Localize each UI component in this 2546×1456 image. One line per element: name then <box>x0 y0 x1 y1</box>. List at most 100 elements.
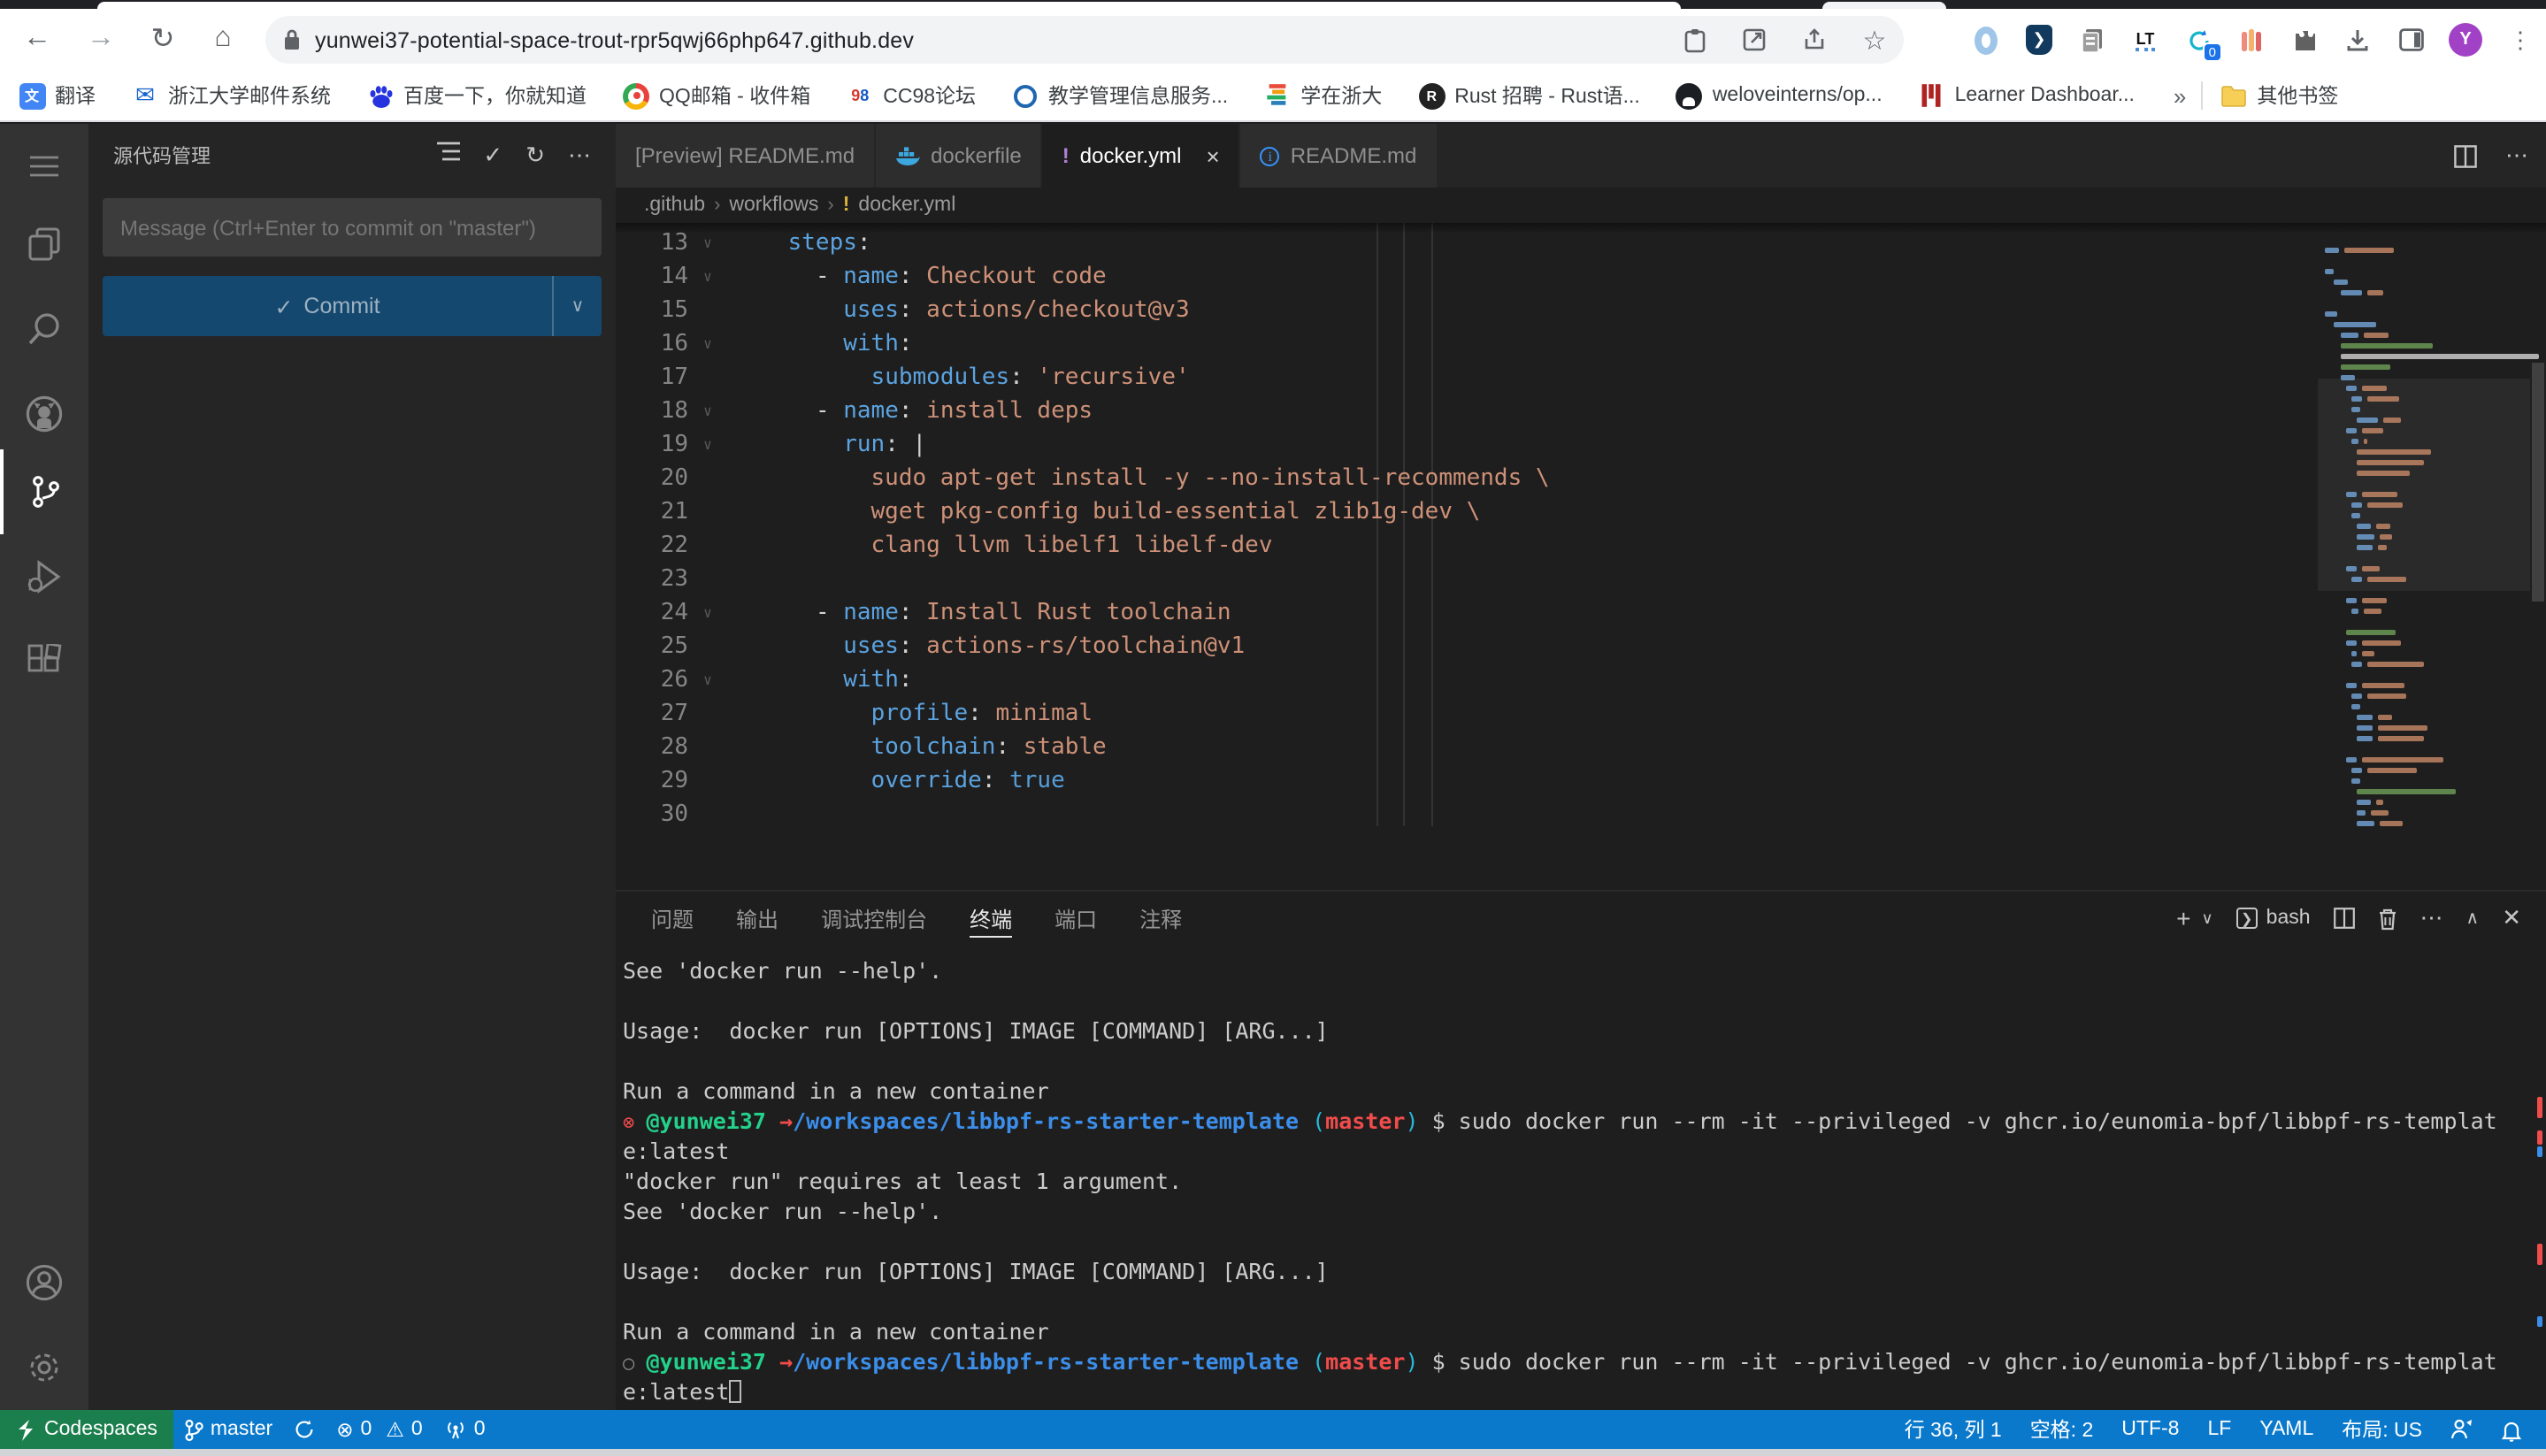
breadcrumb-segment[interactable]: workflows <box>729 195 818 216</box>
share-icon[interactable] <box>1799 25 1829 55</box>
bookmark-item[interactable]: QQ邮箱 - 收件箱 <box>622 81 810 110</box>
panel-tab[interactable]: 输出 <box>736 892 778 945</box>
breadcrumb-segment[interactable]: docker.yml <box>858 195 955 216</box>
editor-tab[interactable]: [Preview] README.md <box>616 124 876 188</box>
browser-profile-avatar[interactable]: Y <box>2449 23 2482 57</box>
minimap[interactable] <box>2318 223 2530 826</box>
panel-more-actions-icon[interactable]: ⋯ <box>2420 904 2443 932</box>
commit-button[interactable]: ✓ Commit ∨ <box>103 276 602 336</box>
menu-icon[interactable] <box>0 124 88 209</box>
address-bar[interactable]: yunwei37-potential-space-trout-rpr5qwj66… <box>265 16 1904 64</box>
commit-message-input[interactable] <box>103 198 602 257</box>
account-icon[interactable] <box>0 1240 88 1325</box>
editor-tab[interactable]: !docker.yml× <box>1043 124 1241 188</box>
other-bookmarks[interactable]: 其他书签 <box>2220 81 2338 110</box>
view-as-tree-icon[interactable] <box>437 141 460 169</box>
terminal-shell-label[interactable]: bash <box>2266 908 2311 929</box>
fold-chevron-icon[interactable]: ∨ <box>694 327 722 361</box>
search-icon[interactable] <box>0 287 88 372</box>
extensions-icon[interactable] <box>0 619 88 704</box>
remote-indicator[interactable]: Codespaces <box>0 1410 173 1449</box>
editor-tab[interactable]: iREADME.md <box>1241 124 1438 188</box>
git-branch-icon <box>184 1418 203 1441</box>
fold-chevron-icon[interactable]: ∨ <box>694 596 722 630</box>
bookmark-item[interactable]: 98CC98论坛 <box>846 81 976 110</box>
downloads-icon[interactable] <box>2343 25 2373 55</box>
scm-more-actions-icon[interactable]: ⋯ <box>568 141 591 169</box>
fold-chevron-icon[interactable]: ∨ <box>694 395 722 428</box>
editor-more-actions-icon[interactable]: ⋯ <box>2505 142 2528 170</box>
close-tab-icon[interactable]: × <box>1207 142 1220 169</box>
extension-languagetool-icon[interactable]: LT <box>2130 25 2160 55</box>
split-editor-icon[interactable] <box>2454 144 2477 167</box>
maximize-panel-icon[interactable]: ∧ <box>2466 908 2480 928</box>
bookmark-item[interactable]: ✉浙江大学邮件系统 <box>131 81 331 110</box>
code-editor[interactable]: 13∨ steps:14∨ - name: Checkout code15 us… <box>616 223 2546 826</box>
fold-chevron-icon[interactable]: ∨ <box>694 663 722 697</box>
breadcrumb[interactable]: .github › workflows › ! docker.yml <box>616 188 2546 223</box>
settings-gear-icon[interactable] <box>0 1325 88 1410</box>
refresh-icon[interactable]: ↻ <box>525 141 545 169</box>
commit-check-icon[interactable]: ✓ <box>483 141 502 169</box>
explorer-icon[interactable] <box>0 202 88 287</box>
bookmark-star-icon[interactable]: ☆ <box>1860 25 1890 55</box>
browser-menu-icon[interactable]: ⋮ <box>2505 25 2535 55</box>
bookmark-item[interactable]: 百度一下，你就知道 <box>366 81 587 110</box>
bookmark-item[interactable]: 学在浙大 <box>1263 81 1382 110</box>
terminal-dropdown-chevron[interactable]: ∨ <box>2201 908 2212 928</box>
ports-indicator[interactable]: 0 <box>433 1410 496 1449</box>
panel-tab[interactable]: 端口 <box>1054 892 1097 945</box>
github-icon[interactable] <box>0 372 88 456</box>
eol-setting[interactable]: LF <box>2197 1410 2242 1449</box>
bookmark-item[interactable]: Learner Dashboar... <box>1918 81 2135 110</box>
extension-pages-icon[interactable] <box>2077 25 2107 55</box>
home-icon[interactable]: ⌂ <box>200 16 246 62</box>
reload-icon[interactable]: ↻ <box>140 16 186 62</box>
bookmark-item[interactable]: RRust 招聘 - Rust语... <box>1417 81 1640 110</box>
panel-tab[interactable]: 注释 <box>1139 892 1182 945</box>
bookmark-item[interactable]: weloveinterns/op... <box>1676 81 1883 110</box>
commit-dropdown-chevron[interactable]: ∨ <box>552 276 602 336</box>
panel-tab[interactable]: 调试控制台 <box>821 892 927 945</box>
forward-icon[interactable]: → <box>78 16 124 62</box>
indentation-setting[interactable]: 空格: 2 <box>2020 1410 2105 1449</box>
fold-chevron-icon[interactable]: ∨ <box>694 428 722 462</box>
editor-scrollbar-thumb[interactable] <box>2532 363 2544 602</box>
problems-indicator[interactable]: ⊗ 0 ⚠ 0 <box>326 1410 433 1449</box>
open-in-new-icon[interactable] <box>1739 25 1769 55</box>
terminal[interactable]: See 'docker run --help'. Usage: docker r… <box>616 945 2546 1412</box>
bookmarks-overflow-chevron[interactable]: » <box>2174 82 2186 109</box>
cursor-position[interactable]: 行 36, 列 1 <box>1894 1410 2013 1449</box>
keyboard-layout[interactable]: 布局: US <box>2331 1410 2433 1449</box>
notifications-bell-icon[interactable] <box>2491 1410 2532 1449</box>
extension-crayons-icon[interactable] <box>2236 25 2266 55</box>
breadcrumb-segment[interactable]: .github <box>644 195 705 216</box>
editor-tab[interactable]: dockerfile <box>876 124 1043 188</box>
feedback-icon[interactable] <box>2440 1410 2484 1449</box>
extensions-puzzle-icon[interactable] <box>2289 25 2320 55</box>
extension-oval-icon[interactable] <box>1971 25 2001 55</box>
run-debug-icon[interactable] <box>0 534 88 619</box>
fold-chevron-icon[interactable]: ∨ <box>694 260 722 294</box>
new-terminal-icon[interactable]: + <box>2176 904 2190 932</box>
split-terminal-icon[interactable] <box>2334 908 2355 929</box>
close-panel-icon[interactable]: ✕ <box>2502 904 2521 932</box>
back-icon[interactable]: ← <box>14 16 60 62</box>
editor-scrollbar[interactable] <box>2530 223 2546 826</box>
bookmark-item[interactable]: 文翻译 <box>18 81 96 110</box>
side-panel-icon[interactable] <box>2396 25 2426 55</box>
bookmark-item[interactable]: 教学管理信息服务... <box>1011 81 1228 110</box>
minimap-slider[interactable] <box>2318 379 2530 591</box>
extension-sync-icon[interactable]: 0 <box>2183 25 2213 55</box>
sync-changes-button[interactable] <box>283 1410 326 1449</box>
branch-indicator[interactable]: master <box>173 1410 283 1449</box>
kill-terminal-icon[interactable] <box>2378 907 2397 930</box>
encoding-setting[interactable]: UTF-8 <box>2111 1410 2189 1449</box>
extension-shield-icon[interactable]: ❯ <box>2024 25 2054 55</box>
panel-tab[interactable]: 终端 <box>970 892 1012 945</box>
clipboard-icon[interactable] <box>1679 25 1709 55</box>
language-mode[interactable]: YAML <box>2249 1410 2324 1449</box>
terminal-shell-icon[interactable]: ❯ <box>2236 908 2258 929</box>
source-control-icon[interactable] <box>0 449 88 534</box>
panel-tab[interactable]: 问题 <box>651 892 694 945</box>
